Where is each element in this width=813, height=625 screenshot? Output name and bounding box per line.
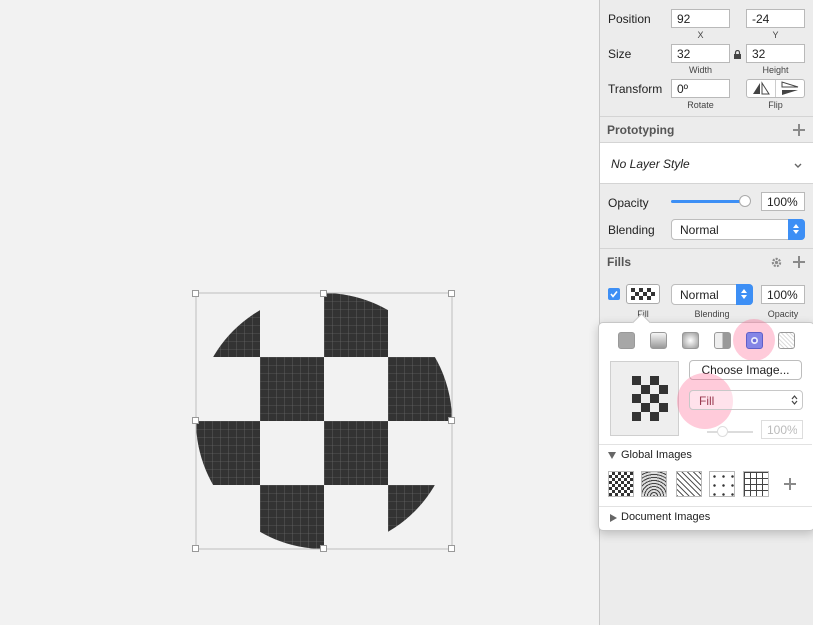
fill-enabled-checkbox[interactable] bbox=[608, 288, 620, 300]
prototyping-section-header: Prototyping bbox=[600, 116, 813, 143]
position-x-caption: X bbox=[697, 30, 704, 40]
image-opacity-slider bbox=[707, 426, 755, 438]
diagonal-lines-pattern-thumbnail[interactable] bbox=[676, 471, 702, 497]
flip-buttons bbox=[746, 79, 805, 98]
fill-opacity-input[interactable] bbox=[761, 285, 805, 304]
resize-handle-left[interactable] bbox=[192, 417, 199, 424]
fill-options-popover: Choose Image... Fill Global Images Docum… bbox=[598, 319, 813, 531]
position-label: Position bbox=[608, 12, 651, 26]
fill-mode-value: Fill bbox=[699, 394, 715, 408]
blending-label: Blending bbox=[608, 223, 655, 237]
size-width-caption: Width bbox=[688, 65, 712, 75]
resize-handle-bottom-left[interactable] bbox=[192, 545, 199, 552]
select-arrows-icon bbox=[788, 219, 805, 240]
disclosure-right-icon[interactable] bbox=[610, 514, 617, 522]
resize-handle-top-left[interactable] bbox=[192, 290, 199, 297]
size-width-input[interactable] bbox=[671, 44, 730, 63]
global-images-title[interactable]: Global Images bbox=[621, 449, 692, 461]
flip-horizontal-icon[interactable] bbox=[747, 80, 776, 97]
inspector-panel: Position X Y Size Width Height Transform… bbox=[599, 0, 813, 625]
pattern-fill-icon[interactable] bbox=[746, 332, 763, 349]
fill-opacity-caption: Opacity bbox=[767, 309, 799, 319]
add-prototyping-icon[interactable] bbox=[793, 124, 805, 136]
popover-divider bbox=[599, 444, 812, 445]
fill-swatch[interactable] bbox=[626, 284, 660, 304]
angular-gradient-icon[interactable] bbox=[714, 332, 731, 349]
prototyping-title: Prototyping bbox=[607, 123, 675, 137]
blending-value: Normal bbox=[680, 223, 719, 237]
fill-blending-select[interactable]: Normal bbox=[671, 284, 753, 305]
blending-select[interactable]: Normal bbox=[671, 219, 805, 240]
add-global-image-icon[interactable] bbox=[784, 478, 796, 490]
noise-fill-icon[interactable] bbox=[778, 332, 795, 349]
add-fill-icon[interactable] bbox=[793, 256, 805, 268]
size-label: Size bbox=[608, 47, 632, 61]
fill-blending-value: Normal bbox=[680, 288, 719, 302]
wave-pattern-thumbnail[interactable] bbox=[641, 471, 667, 497]
selected-layer[interactable] bbox=[0, 0, 599, 625]
opacity-label: Opacity bbox=[608, 196, 649, 210]
gear-icon[interactable] bbox=[770, 256, 783, 272]
image-opacity-input bbox=[761, 420, 803, 439]
lock-icon[interactable] bbox=[734, 48, 741, 59]
resize-handle-bottom[interactable] bbox=[320, 545, 327, 552]
layer-style-value: No Layer Style bbox=[611, 157, 690, 171]
fill-mode-select[interactable]: Fill bbox=[689, 390, 803, 410]
size-height-input[interactable] bbox=[746, 44, 805, 63]
opacity-input[interactable] bbox=[761, 192, 805, 211]
resize-handle-top-right[interactable] bbox=[448, 290, 455, 297]
transform-label: Transform bbox=[608, 82, 663, 96]
disclosure-down-icon[interactable] bbox=[608, 452, 616, 459]
position-y-caption: Y bbox=[772, 30, 779, 40]
fill-blending-caption: Blending bbox=[694, 309, 730, 319]
grid-pattern-thumbnail[interactable] bbox=[743, 471, 769, 497]
rotate-caption: Rotate bbox=[687, 100, 714, 110]
solid-fill-icon[interactable] bbox=[618, 332, 635, 349]
document-images-title[interactable]: Document Images bbox=[621, 511, 710, 523]
design-canvas[interactable] bbox=[0, 0, 599, 625]
dots-pattern-thumbnail[interactable] bbox=[709, 471, 735, 497]
fills-title: Fills bbox=[607, 255, 632, 269]
position-y-input[interactable] bbox=[746, 9, 805, 28]
select-arrows-icon bbox=[791, 394, 798, 409]
rotate-input[interactable] bbox=[671, 79, 730, 98]
opacity-slider[interactable] bbox=[671, 193, 753, 209]
radial-gradient-icon[interactable] bbox=[682, 332, 699, 349]
linear-gradient-icon[interactable] bbox=[650, 332, 667, 349]
resize-handle-right[interactable] bbox=[448, 417, 455, 424]
chevron-down-icon bbox=[794, 158, 802, 172]
size-height-caption: Height bbox=[762, 65, 789, 75]
layer-style-dropdown[interactable]: No Layer Style bbox=[600, 142, 813, 184]
opacity-slider-knob[interactable] bbox=[739, 195, 751, 207]
flip-vertical-icon[interactable] bbox=[776, 80, 804, 97]
resize-handle-bottom-right[interactable] bbox=[448, 545, 455, 552]
checker-pattern-thumbnail[interactable] bbox=[608, 471, 634, 497]
resize-handle-top[interactable] bbox=[320, 290, 327, 297]
flip-caption: Flip bbox=[768, 100, 783, 110]
select-arrows-icon bbox=[736, 284, 753, 305]
image-preview-well[interactable] bbox=[610, 361, 679, 436]
fills-section-header: Fills bbox=[600, 248, 813, 275]
popover-divider bbox=[599, 506, 812, 507]
position-x-input[interactable] bbox=[671, 9, 730, 28]
image-opacity-knob bbox=[717, 426, 728, 437]
